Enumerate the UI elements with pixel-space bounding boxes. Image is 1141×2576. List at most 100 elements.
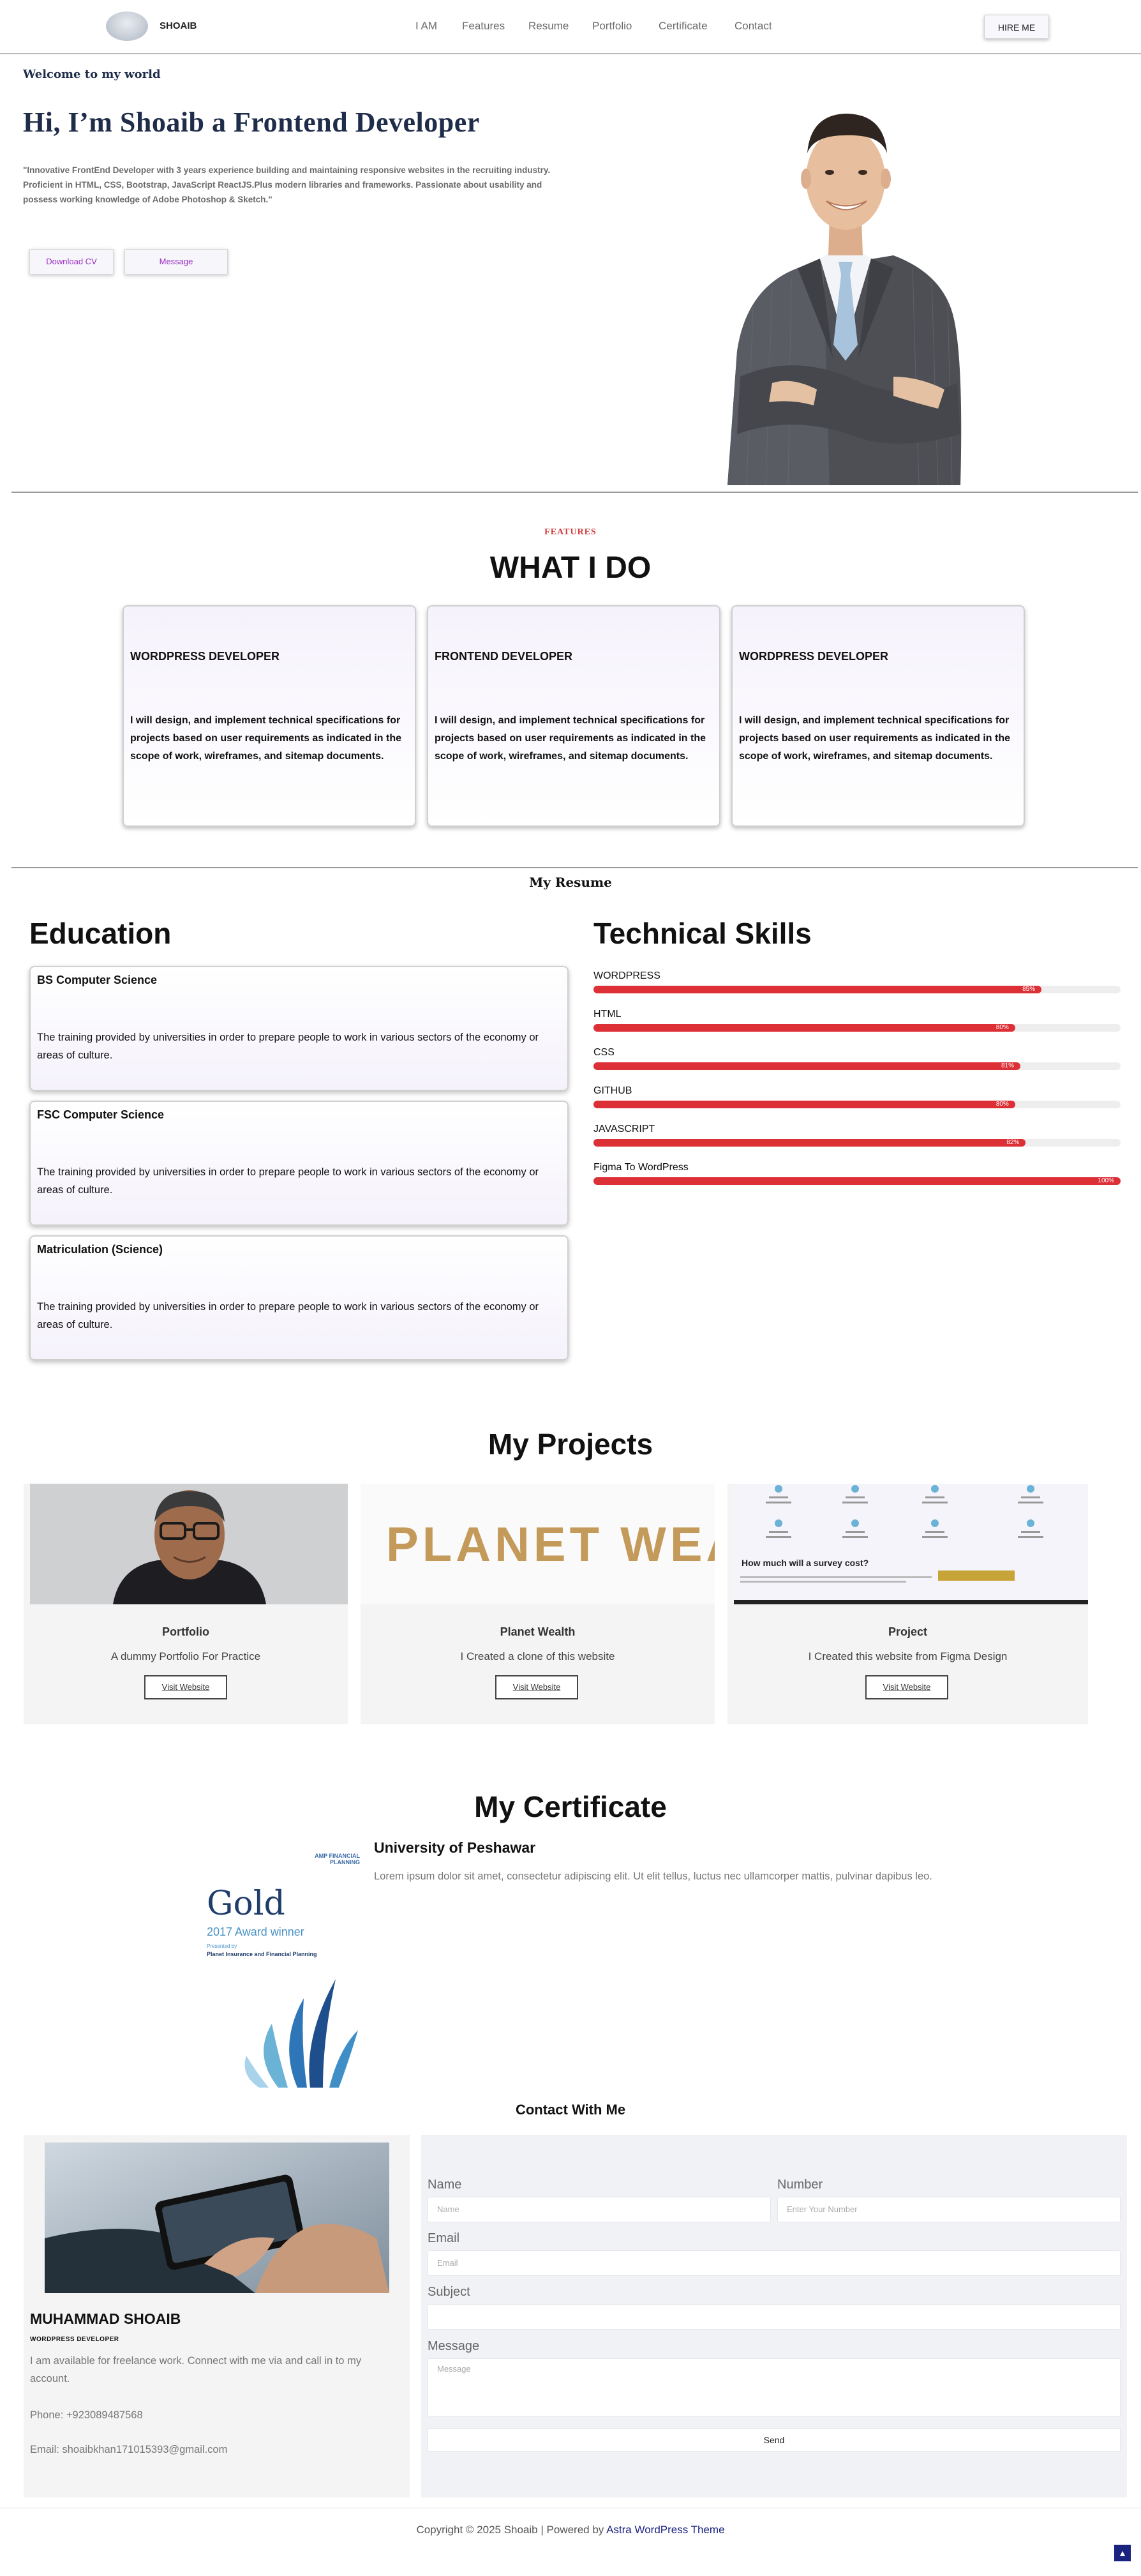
visit-website-button[interactable]: Visit Website: [144, 1675, 227, 1699]
subject-input[interactable]: [428, 2304, 1121, 2330]
download-cv-button[interactable]: Download CV: [29, 249, 114, 275]
scroll-to-top-icon[interactable]: ▲: [1114, 2545, 1131, 2561]
certificate-brand: AMP FINANCIAL PLANNING: [315, 1853, 360, 1865]
education-text: The training provided by universities in…: [37, 1166, 539, 1196]
skill-percent: 80%: [996, 1024, 1009, 1031]
education-text: The training provided by universities in…: [37, 1032, 539, 1061]
feature-card-text: I will design, and implement technical s…: [739, 715, 1011, 762]
nav-contact[interactable]: Contact: [735, 20, 772, 33]
skill-label: JAVASCRIPT: [593, 1124, 655, 1134]
certificate-gold: Gold: [207, 1885, 285, 1923]
contact-about: I am available for freelance work. Conne…: [30, 2355, 362, 2384]
project-subtitle: I Created a clone of this website: [460, 1650, 615, 1662]
feature-card: WORDPRESS DEVELOPER I will design, and i…: [731, 605, 1025, 827]
footer-theme-link[interactable]: Astra WordPress Theme: [606, 2524, 725, 2536]
send-button[interactable]: Send: [428, 2429, 1121, 2452]
project-title: Project: [888, 1625, 928, 1638]
project-card: Portfolio A dummy Portfolio For Practice…: [24, 1484, 348, 1724]
hero-description: "Innovative FrontEnd Developer with 3 ye…: [23, 165, 551, 204]
project-image-heading: How much will a survey cost?: [742, 1558, 869, 1568]
contact-email: Email: shoaibkhan171015393@gmail.com: [30, 2444, 228, 2455]
divider: [11, 492, 1138, 493]
certificate-award: 2017 Award winner: [207, 1925, 304, 1938]
skill-bar-fill: 80%: [593, 1024, 1015, 1032]
logo-icon[interactable]: [106, 11, 148, 41]
project-image[interactable]: [30, 1484, 348, 1604]
subject-label: Subject: [428, 2285, 470, 2299]
nav-resume[interactable]: Resume: [528, 20, 569, 33]
project-image[interactable]: PLANET WEA: [361, 1484, 715, 1604]
education-card: Matriculation (Science) The training pro…: [29, 1235, 569, 1360]
skills-heading: Technical Skills: [593, 917, 812, 950]
feature-card-title: WORDPRESS DEVELOPER: [739, 650, 889, 663]
number-input[interactable]: Enter Your Number: [777, 2197, 1121, 2222]
email-input[interactable]: Email: [428, 2250, 1121, 2276]
resume-title: My Resume: [529, 875, 612, 890]
project-card: PLANET WEA Planet Wealth I Created a clo…: [361, 1484, 715, 1724]
skill-bar-fill: 100%: [593, 1177, 1121, 1185]
email-label: Email: [428, 2231, 460, 2245]
education-card: FSC Computer Science The training provid…: [29, 1101, 569, 1226]
education-heading: Education: [29, 917, 172, 950]
nav-features[interactable]: Features: [462, 20, 505, 33]
skill-label: HTML: [593, 1009, 622, 1020]
skill-bar-fill: 82%: [593, 1139, 1026, 1147]
skill-label: WORDPRESS: [593, 970, 660, 981]
name-input[interactable]: Name: [428, 2197, 771, 2222]
skill-bar-track: 81%: [593, 1062, 1121, 1070]
hire-me-button[interactable]: HIRE ME: [984, 15, 1049, 39]
divider: [11, 867, 1138, 868]
logo-text[interactable]: SHOAIB: [160, 20, 197, 31]
skill-bar-track: 82%: [593, 1139, 1121, 1147]
project-image[interactable]: How much will a survey cost?: [734, 1484, 1088, 1604]
education-card: BS Computer Science The training provide…: [29, 966, 569, 1091]
visit-website-button[interactable]: Visit Website: [495, 1675, 578, 1699]
project-image-text: PLANET WEA: [386, 1518, 715, 1572]
skill-label: CSS: [593, 1047, 615, 1058]
contact-form: Name Name Number Enter Your Number Email…: [421, 2135, 1127, 2497]
project-subtitle: A dummy Portfolio For Practice: [110, 1650, 261, 1662]
skill-bar-fill: 81%: [593, 1062, 1021, 1070]
project-title: Planet Wealth: [500, 1625, 576, 1638]
hero-portrait-image: [727, 114, 962, 485]
projects-title: My Projects: [488, 1427, 653, 1461]
contact-info-card: MUHAMMAD SHOAIB WORDPRESS DEVELOPER I am…: [24, 2135, 410, 2497]
contact-title: Contact With Me: [515, 2102, 626, 2118]
skill-percent: 100%: [1098, 1177, 1114, 1184]
skill-percent: 80%: [996, 1101, 1009, 1108]
certificate-description: Lorem ipsum dolor sit amet, consectetur …: [374, 1871, 932, 1882]
contact-phone: Phone: +923089487568: [30, 2409, 143, 2421]
feature-card-text: I will design, and implement technical s…: [130, 715, 402, 762]
project-card: How much will a survey cost? Project I C…: [727, 1484, 1088, 1724]
message-textarea[interactable]: Message: [428, 2358, 1121, 2417]
contact-image: [45, 2143, 389, 2293]
certificate-category: Planet Insurance and Financial Planning: [207, 1951, 317, 1957]
feature-card-title: FRONTEND DEVELOPER: [435, 650, 573, 663]
certificate-presented: Presented by: [207, 1943, 237, 1949]
number-label: Number: [777, 2178, 823, 2192]
nav-certificate[interactable]: Certificate: [659, 20, 708, 33]
skill-bar-fill: 80%: [593, 1101, 1015, 1108]
certificate-university: University of Peshawar: [374, 1839, 536, 1856]
certificate-title: My Certificate: [474, 1790, 667, 1823]
feature-card: WORDPRESS DEVELOPER I will design, and i…: [123, 605, 416, 827]
message-button[interactable]: Message: [124, 249, 228, 275]
skill-bar-fill: 85%: [593, 986, 1042, 993]
skill-percent: 82%: [1006, 1139, 1020, 1146]
feature-card-text: I will design, and implement technical s…: [435, 715, 706, 762]
visit-website-button[interactable]: Visit Website: [865, 1675, 948, 1699]
education-title: BS Computer Science: [37, 974, 158, 986]
project-title: Portfolio: [162, 1625, 209, 1638]
skill-label: GITHUB: [593, 1085, 632, 1096]
certificate-image: AMP FINANCIAL PLANNING Gold 2017 Award w…: [202, 1845, 364, 2090]
nav-portfolio[interactable]: Portfolio: [592, 20, 632, 33]
feature-card-title: WORDPRESS DEVELOPER: [130, 650, 280, 663]
contact-role: WORDPRESS DEVELOPER: [30, 2336, 119, 2343]
skill-label: Figma To WordPress: [593, 1162, 689, 1173]
nav-i-am[interactable]: I AM: [415, 20, 437, 33]
footer-copyright: Copyright © 2025 Shoaib | Powered by: [416, 2524, 607, 2536]
name-label: Name: [428, 2178, 462, 2192]
hero-title: Hi, I’m Shoaib a Frontend Developer: [23, 107, 480, 138]
education-title: FSC Computer Science: [37, 1108, 165, 1121]
skill-percent: 81%: [1001, 1062, 1015, 1069]
